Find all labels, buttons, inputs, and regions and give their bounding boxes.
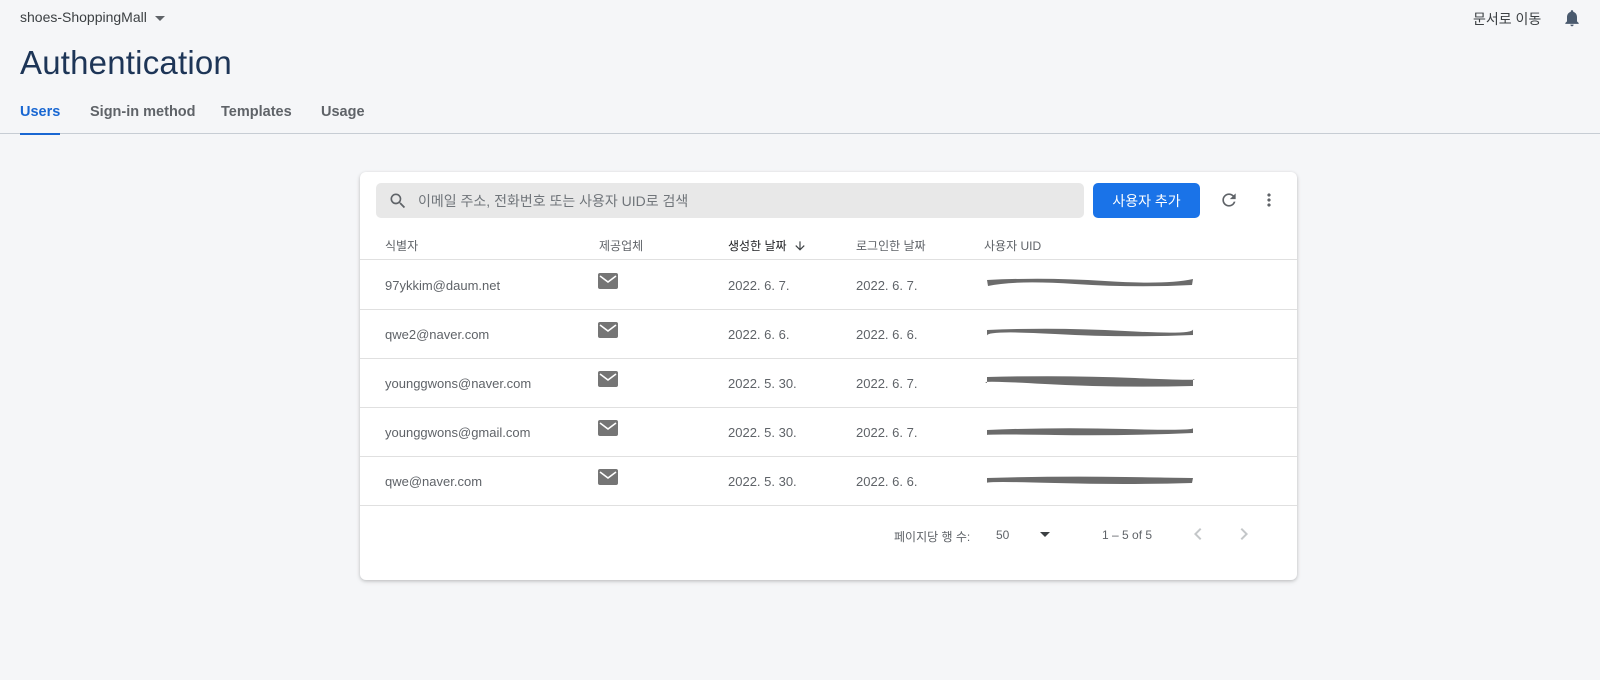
chevron-down-icon [154, 15, 165, 21]
column-created-label: 생성한 날짜 [728, 239, 787, 253]
add-user-button[interactable]: 사용자 추가 [1093, 183, 1200, 218]
project-selector[interactable]: shoes-ShoppingMall [20, 9, 165, 25]
tab-bar: Users Sign-in method Templates Usage [0, 96, 1600, 135]
redacted-uid [987, 278, 1193, 287]
rows-per-page-select[interactable]: 50 [996, 521, 1056, 547]
mail-icon [598, 469, 618, 485]
row-signed-in: 2022. 6. 7. [856, 376, 918, 391]
users-card: 사용자 추가 식별자 제공업체 생성한 날짜 로그인한 날짜 사용자 UID 9… [360, 172, 1297, 580]
tab-sign-in-method[interactable]: Sign-in method [90, 104, 196, 134]
mail-icon [598, 322, 618, 338]
tab-usage[interactable]: Usage [321, 104, 365, 134]
rows-per-page-value: 50 [996, 528, 1010, 542]
docs-link[interactable]: 문서로 이동 [1473, 9, 1541, 29]
row-identifier: younggwons@gmail.com [385, 425, 531, 440]
row-created: 2022. 5. 30. [728, 425, 797, 440]
row-created: 2022. 5. 30. [728, 474, 797, 489]
column-signed-in[interactable]: 로그인한 날짜 [856, 237, 926, 254]
column-created[interactable]: 생성한 날짜 [728, 237, 807, 254]
prev-page-icon[interactable] [1186, 522, 1210, 546]
table-row[interactable]: qwe@naver.com 2022. 5. 30. 2022. 6. 6. [360, 457, 1297, 506]
search-input[interactable] [418, 183, 1068, 218]
top-bar: shoes-ShoppingMall 문서로 이동 [0, 0, 1600, 38]
search-icon [390, 193, 406, 209]
row-signed-in: 2022. 6. 7. [856, 278, 918, 293]
redacted-uid [985, 376, 1195, 387]
row-signed-in: 2022. 6. 6. [856, 327, 918, 342]
redacted-uid [986, 328, 1194, 337]
rows-per-page-label: 페이지당 행 수: [894, 530, 971, 544]
refresh-icon[interactable] [1217, 188, 1241, 212]
tab-templates[interactable]: Templates [221, 104, 292, 134]
row-created: 2022. 6. 6. [728, 327, 790, 342]
row-identifier: younggwons@naver.com [385, 376, 532, 391]
mail-icon [598, 273, 618, 289]
page-title: Authentication [20, 44, 232, 81]
row-identifier: 97ykkim@daum.net [385, 278, 501, 293]
chevron-down-icon [1040, 532, 1050, 537]
column-provider: 제공업체 [599, 239, 644, 253]
project-name: shoes-ShoppingMall [20, 9, 147, 25]
more-vert-icon[interactable] [1257, 188, 1281, 212]
row-identifier: qwe2@naver.com [385, 327, 490, 342]
mail-icon [598, 420, 618, 436]
table-row[interactable]: qwe2@naver.com 2022. 6. 6. 2022. 6. 6. [360, 310, 1297, 359]
row-signed-in: 2022. 6. 7. [856, 425, 918, 440]
next-page-icon[interactable] [1232, 522, 1256, 546]
mail-icon [598, 371, 618, 387]
redacted-uid [986, 428, 1194, 436]
page-range: 1 – 5 of 5 [1102, 528, 1153, 542]
search-bar [376, 183, 1084, 218]
row-signed-in: 2022. 6. 6. [856, 474, 918, 489]
row-created: 2022. 6. 7. [728, 278, 790, 293]
row-created: 2022. 5. 30. [728, 376, 797, 391]
row-identifier: qwe@naver.com [385, 474, 483, 489]
table-row[interactable]: younggwons@gmail.com 2022. 5. 30. 2022. … [360, 408, 1297, 457]
table-row[interactable]: younggwons@naver.com 2022. 5. 30. 2022. … [360, 359, 1297, 408]
table-row[interactable]: 97ykkim@daum.net 2022. 6. 7. 2022. 6. 7. [360, 261, 1297, 310]
redacted-uid [986, 476, 1194, 484]
column-uid: 사용자 UID [984, 239, 1042, 253]
arrow-down-icon [794, 240, 805, 251]
bell-icon[interactable] [1562, 8, 1582, 28]
table-header: 식별자 제공업체 생성한 날짜 로그인한 날짜 사용자 UID [360, 228, 1297, 260]
column-identifier[interactable]: 식별자 [385, 237, 418, 254]
tab-users[interactable]: Users [20, 104, 61, 135]
